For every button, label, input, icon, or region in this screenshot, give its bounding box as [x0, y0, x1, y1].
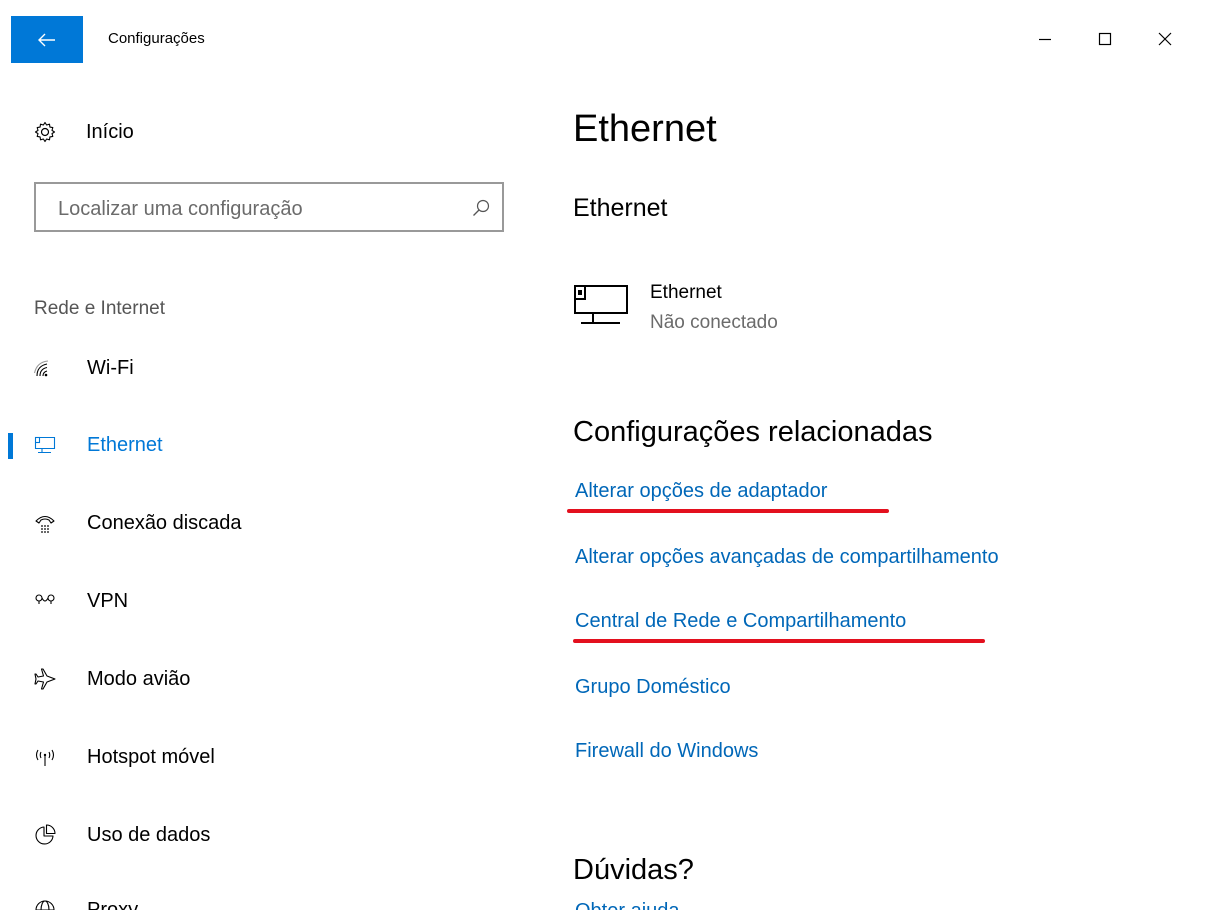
close-button[interactable]	[1142, 16, 1188, 62]
adapter-name: Ethernet	[650, 282, 722, 303]
sidebar-item-dialup[interactable]: Conexão discada	[0, 501, 540, 545]
main-content: Ethernet Ethernet Ethernet Não conectado…	[567, 78, 1193, 910]
section-title-ethernet: Ethernet	[573, 194, 668, 222]
minimize-button[interactable]	[1022, 16, 1068, 62]
hotspot-icon	[34, 746, 56, 768]
wifi-icon	[34, 357, 56, 379]
search-icon[interactable]	[472, 199, 490, 217]
sidebar-item-label: VPN	[87, 589, 129, 612]
back-arrow-icon	[38, 33, 55, 46]
sidebar: Início Rede e Internet Wi-Fi	[0, 78, 540, 910]
link-network-sharing-center[interactable]: Central de Rede e Compartilhamento	[575, 610, 906, 633]
sidebar-item-ethernet[interactable]: Ethernet	[0, 423, 540, 467]
search-box[interactable]	[34, 182, 504, 232]
link-get-help[interactable]: Obter ajuda	[575, 900, 680, 910]
minimize-icon	[1039, 38, 1051, 41]
sidebar-item-label: Conexão discada	[87, 511, 242, 534]
link-homegroup[interactable]: Grupo Doméstico	[575, 676, 731, 699]
maximize-icon	[1098, 32, 1112, 46]
settings-window: Configurações Início Localizar uma confi…	[0, 0, 1206, 910]
annotation-underline	[567, 509, 889, 513]
title-bar: Configurações	[0, 0, 1206, 78]
search-input[interactable]	[56, 194, 470, 224]
airplane-icon	[34, 668, 56, 690]
sidebar-item-label: Modo avião	[87, 667, 191, 690]
sidebar-item-label: Hotspot móvel	[87, 745, 215, 768]
link-windows-firewall[interactable]: Firewall do Windows	[575, 740, 758, 763]
annotation-underline	[573, 639, 985, 643]
proxy-icon	[34, 899, 56, 910]
sidebar-item-wifi[interactable]: Wi-Fi	[0, 346, 540, 390]
page-title: Ethernet	[573, 108, 717, 150]
sidebar-item-data-usage[interactable]: Uso de dados	[0, 813, 540, 857]
gear-icon	[34, 121, 56, 143]
selection-indicator	[8, 433, 13, 459]
ethernet-adapter-icon	[574, 285, 628, 324]
ethernet-icon	[34, 434, 56, 456]
sidebar-item-home[interactable]: Início	[34, 118, 134, 146]
maximize-button[interactable]	[1082, 16, 1128, 62]
section-label: Rede e Internet	[34, 298, 165, 319]
app-title: Configurações	[108, 30, 205, 47]
related-settings-title: Configurações relacionadas	[573, 416, 933, 448]
sidebar-item-vpn[interactable]: VPN	[0, 579, 540, 623]
adapter-status: Não conectado	[650, 312, 778, 333]
sidebar-item-label: Proxy	[87, 898, 139, 910]
sidebar-item-airplane[interactable]: Modo avião	[0, 657, 540, 701]
sidebar-item-label: Ethernet	[87, 433, 163, 456]
sidebar-item-label: Uso de dados	[87, 823, 211, 846]
data-usage-icon	[34, 824, 56, 846]
sidebar-item-hotspot[interactable]: Hotspot móvel	[0, 735, 540, 779]
link-change-adapter-options[interactable]: Alterar opções de adaptador	[575, 480, 827, 503]
close-icon	[1158, 32, 1172, 46]
sidebar-item-proxy[interactable]: Proxy	[0, 888, 540, 910]
back-button[interactable]	[11, 16, 83, 63]
home-label: Início	[86, 120, 134, 143]
dialup-icon	[34, 512, 56, 534]
link-advanced-sharing-options[interactable]: Alterar opções avançadas de compartilham…	[575, 546, 999, 569]
questions-title: Dúvidas?	[573, 854, 694, 886]
vpn-icon	[34, 590, 56, 612]
sidebar-item-label: Wi-Fi	[87, 356, 134, 379]
